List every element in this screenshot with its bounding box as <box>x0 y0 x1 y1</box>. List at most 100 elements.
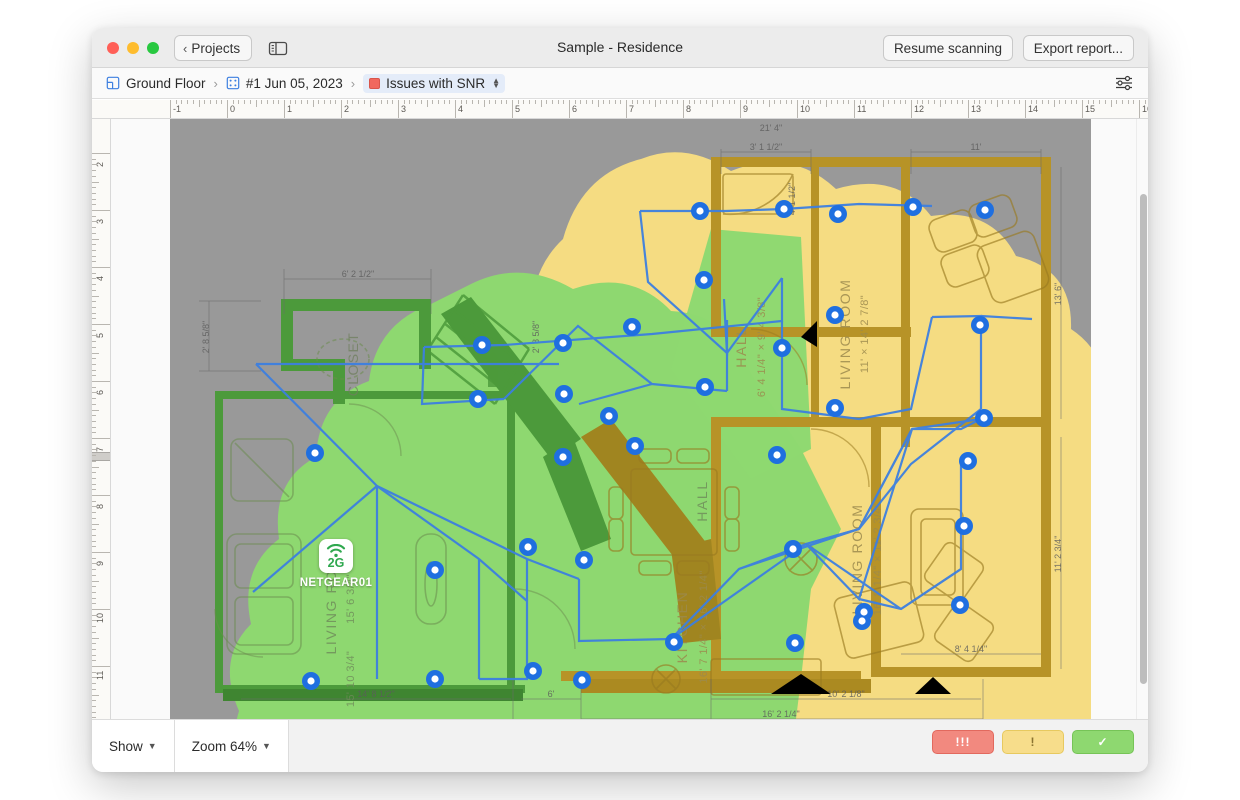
ruler-tick-minor <box>92 392 96 394</box>
ruler-tick-minor <box>92 455 96 457</box>
horizontal-ruler[interactable]: -101234567891011121314151617 <box>92 100 1148 119</box>
ruler-tick-minor <box>489 100 491 104</box>
vertical-scrollbar[interactable] <box>1136 119 1148 719</box>
filter-ok-button[interactable]: ✓ <box>1072 730 1134 754</box>
ruler-tick-minor <box>523 100 525 104</box>
visualization-selector[interactable]: Issues with SNR ▲ ▼ <box>363 73 506 93</box>
ruler-label: 1 <box>287 104 293 114</box>
ruler-tick-minor <box>1093 100 1095 104</box>
ruler-tick-major <box>92 324 110 325</box>
ruler-tick-minor <box>916 100 918 104</box>
ruler-tick-minor <box>92 586 96 588</box>
ruler-tick-minor <box>92 198 96 200</box>
ruler-tick-minor <box>665 100 667 104</box>
ruler-tick-minor <box>92 261 96 263</box>
ruler-tick-minor <box>318 100 320 104</box>
ruler-tick-minor <box>92 626 96 628</box>
ruler-tick-minor <box>808 100 810 104</box>
ruler-tick-minor <box>215 100 217 104</box>
ruler-tick-minor <box>92 688 96 690</box>
ruler-tick-minor <box>92 597 96 599</box>
ruler-tick-minor <box>301 100 303 104</box>
ruler-tick-minor <box>92 580 99 582</box>
ruler-tick-minor <box>92 352 99 354</box>
ruler-tick-minor <box>865 100 867 104</box>
ruler-tick-minor <box>882 100 884 107</box>
ruler-label: 11 <box>95 670 105 680</box>
scrollbar-thumb[interactable] <box>1140 194 1147 684</box>
filters-button[interactable] <box>1114 74 1134 92</box>
ruler-tick-minor <box>779 100 781 104</box>
ruler-tick-minor <box>92 426 96 428</box>
ruler-label: 11 <box>857 104 867 114</box>
ruler-tick-minor <box>950 100 952 104</box>
access-point-marker[interactable]: 2G NETGEAR01 <box>296 539 376 589</box>
ruler-tick-minor <box>876 100 878 104</box>
filter-warning-button[interactable]: ! <box>1002 730 1064 754</box>
svg-text:11' 2 3/4": 11' 2 3/4" <box>1053 536 1063 573</box>
ruler-tick-minor <box>517 100 519 104</box>
access-point-band: 2G <box>327 555 345 570</box>
ruler-label: 7 <box>629 104 635 114</box>
vertical-ruler[interactable]: 23456789101112 <box>92 119 111 719</box>
ruler-tick-minor <box>92 540 96 542</box>
vertical-ruler-handle[interactable] <box>92 452 110 461</box>
svg-text:10' 2 1/8": 10' 2 1/8" <box>827 689 864 699</box>
svg-text:15' 10 3/4": 15' 10 3/4" <box>345 651 357 707</box>
ruler-tick-minor <box>92 671 96 673</box>
ruler-tick-minor <box>92 295 99 297</box>
ruler-tick-minor <box>551 100 553 104</box>
ruler-tick-minor <box>540 100 542 107</box>
ruler-tick-minor <box>848 100 850 104</box>
ruler-tick-minor <box>979 100 981 104</box>
sliders-icon <box>1116 75 1132 91</box>
ruler-tick-minor <box>92 272 96 274</box>
ruler-tick-minor <box>261 100 263 104</box>
ruler-tick-minor <box>494 100 496 104</box>
ruler-tick-minor <box>945 100 947 104</box>
ruler-tick-minor <box>557 100 559 104</box>
ruler-tick-minor <box>591 100 593 104</box>
ruler-tick-minor <box>985 100 987 104</box>
ruler-tick-minor <box>574 100 576 104</box>
ruler-tick-minor <box>92 557 96 559</box>
ruler-tick-minor <box>92 175 96 177</box>
breadcrumb-survey[interactable]: #1 Jun 05, 2023 <box>226 76 343 91</box>
ruler-tick-minor <box>92 631 96 633</box>
access-point-chip[interactable]: 2G <box>319 539 353 573</box>
survey-points-icon <box>226 76 240 90</box>
ruler-tick-minor <box>1104 100 1106 104</box>
ruler-tick-minor <box>92 569 96 571</box>
ruler-tick-minor <box>375 100 377 104</box>
ruler-tick-minor <box>420 100 422 104</box>
ruler-tick-minor <box>580 100 582 104</box>
ruler-tick-minor <box>92 403 96 405</box>
ruler-tick-minor <box>92 443 96 445</box>
ruler-tick-minor <box>92 346 96 348</box>
ruler-tick-major <box>92 267 110 268</box>
ruler-tick-minor <box>768 100 770 107</box>
ruler-tick-minor <box>466 100 468 104</box>
ruler-tick-major <box>92 609 110 610</box>
ruler-tick-minor <box>92 500 96 502</box>
ruler-tick-minor <box>802 100 804 104</box>
filter-critical-button[interactable]: !!! <box>932 730 994 754</box>
ruler-tick-minor <box>92 375 96 377</box>
resume-scanning-button[interactable]: Resume scanning <box>882 35 1013 61</box>
show-menu-button[interactable]: Show ▼ <box>92 719 175 772</box>
floorplan-canvas[interactable]: 6' 2 1/2" 2' 8 5/8" 2' 8 5/8" 3' 1 1/2" … <box>111 119 1136 719</box>
ruler-tick-major <box>92 495 110 496</box>
zoom-menu-button[interactable]: Zoom 64% ▼ <box>174 719 289 772</box>
ruler-tick-minor <box>705 100 707 104</box>
export-report-button[interactable]: Export report... <box>1022 35 1134 61</box>
ruler-tick-minor <box>871 100 873 104</box>
ruler-tick-minor <box>92 398 96 400</box>
ruler-tick-minor <box>92 591 96 593</box>
ruler-tick-minor <box>92 534 96 536</box>
ruler-tick-minor <box>92 306 96 308</box>
ruler-tick-minor <box>996 100 998 107</box>
ruler-tick-minor <box>92 170 96 172</box>
ruler-tick-minor <box>92 415 96 417</box>
breadcrumb-floor[interactable]: Ground Floor <box>106 76 206 91</box>
ruler-tick-minor <box>92 705 96 707</box>
